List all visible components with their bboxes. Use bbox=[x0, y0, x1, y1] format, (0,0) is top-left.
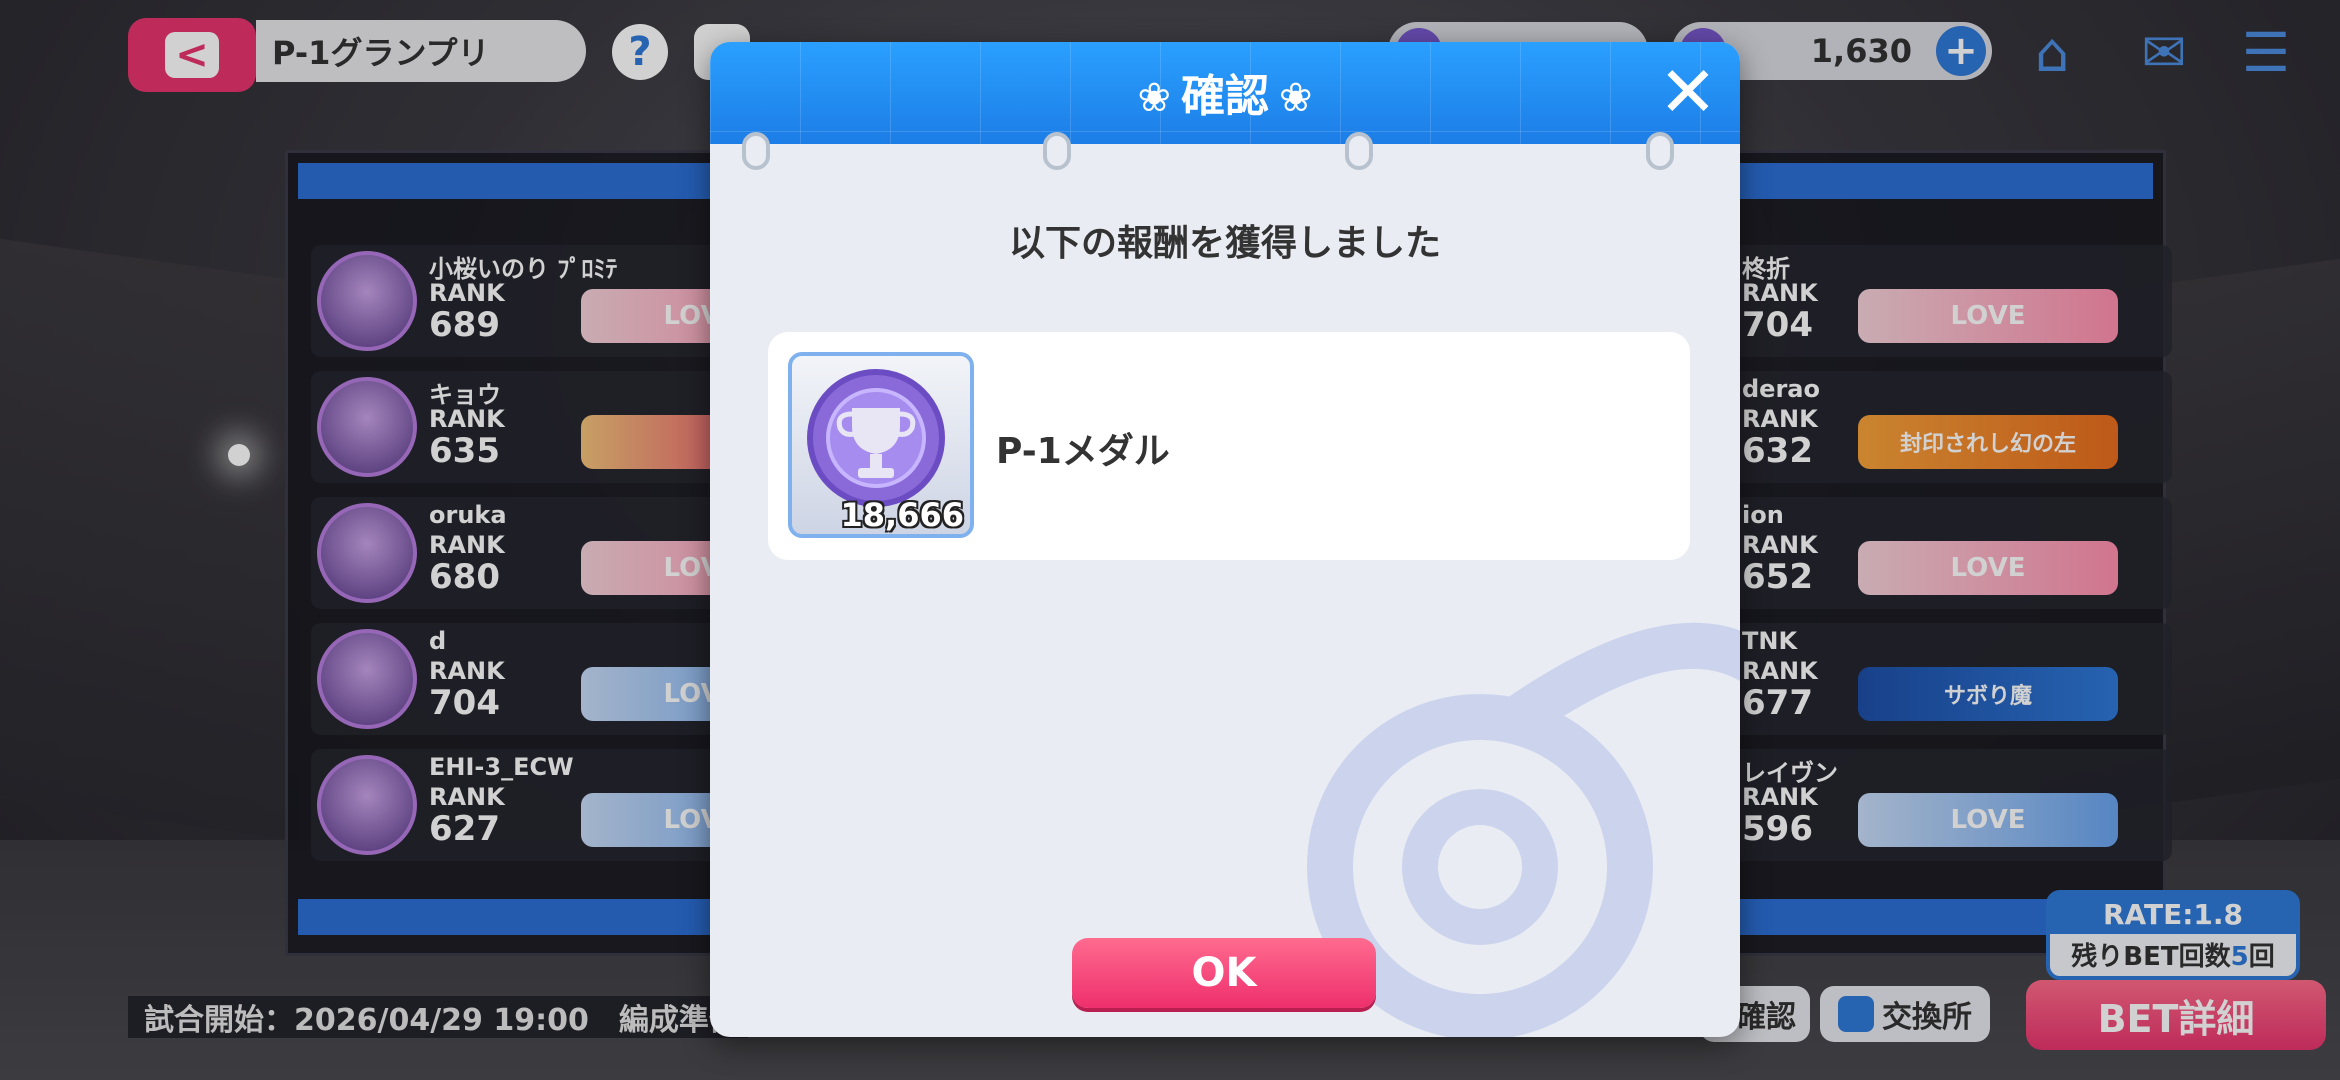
binder-ring bbox=[1345, 132, 1373, 170]
ok-button[interactable]: OK bbox=[1072, 938, 1376, 1008]
reward-name: P-1メダル bbox=[996, 431, 1170, 472]
dialog-header: ❀ 確認 ❀ ✕ bbox=[710, 42, 1740, 144]
binder-ring bbox=[1043, 132, 1071, 170]
reward-item-card: 18,666 P-1メダル bbox=[768, 332, 1690, 560]
binder-ring bbox=[1646, 132, 1674, 170]
binder-ring bbox=[742, 132, 770, 170]
trophy-medal-icon[interactable]: 18,666 bbox=[788, 352, 974, 538]
confirm-dialog: ❀ 確認 ❀ ✕ 以下の報酬を獲得しました 18,666 P-1メダル OK bbox=[710, 42, 1740, 1037]
right-wing-icon: ❀ bbox=[1279, 75, 1313, 121]
close-button[interactable]: ✕ bbox=[1652, 56, 1724, 128]
dialog-title: ❀ 確認 ❀ bbox=[710, 60, 1740, 124]
dialog-title-text: 確認 bbox=[1181, 71, 1269, 122]
reward-count: 18,666 bbox=[840, 496, 964, 534]
reward-message: 以下の報酬を獲得しました bbox=[1008, 223, 1441, 264]
left-wing-icon: ❀ bbox=[1137, 75, 1171, 121]
